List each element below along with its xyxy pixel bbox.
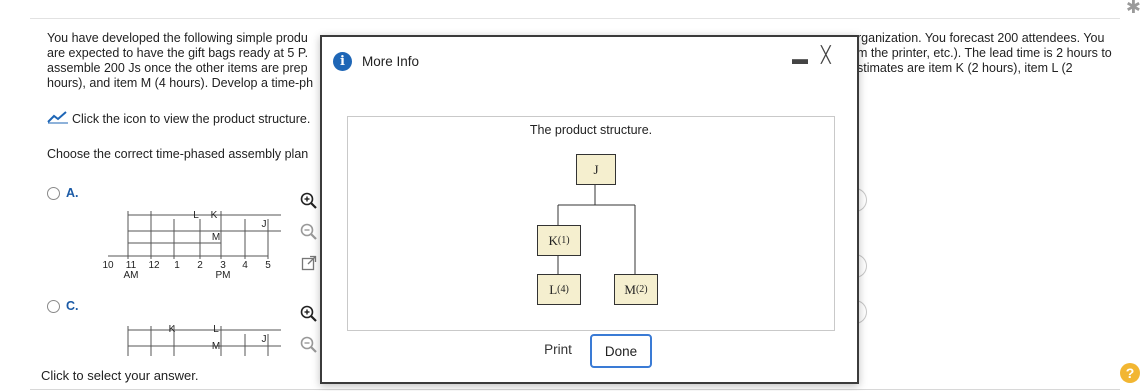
node-j-label: J <box>593 161 599 177</box>
option-a-label: A. <box>66 186 79 200</box>
node-k-qty: (1) <box>557 235 570 246</box>
gantt-tick-label: 1 <box>174 260 180 271</box>
gantt-tick-label: 12 <box>148 260 160 271</box>
node-m: M (2) <box>614 274 658 305</box>
product-structure-pane: The product structure. J K (1) L (4) M (2) <box>347 116 835 331</box>
answer-prompt: Choose the correct time-phased assembly … <box>47 147 309 161</box>
gantt-pm-label: PM <box>216 270 231 281</box>
question-line: You have developed the following simple … <box>47 31 308 45</box>
option-c-radio[interactable] <box>47 299 60 313</box>
view-structure-label[interactable]: Click the icon to view the product struc… <box>72 112 310 126</box>
gantt-bar-label: L <box>193 210 199 221</box>
zoom-controls-a <box>298 192 320 285</box>
zoom-in-icon[interactable] <box>300 192 318 210</box>
question-line: hours), and item M (4 hours). Develop a … <box>47 76 314 90</box>
chart-icon[interactable] <box>47 110 69 127</box>
dialog-header: i More Info <box>333 52 419 71</box>
gantt-bar-label: J <box>262 334 267 345</box>
gantt-bar-label: K <box>169 324 176 335</box>
minimize-icon[interactable]: ▬ <box>792 51 808 69</box>
zoom-out-icon[interactable] <box>300 336 318 354</box>
option-a-radio[interactable] <box>47 186 60 200</box>
option-c[interactable]: C. <box>47 299 79 313</box>
print-button[interactable]: Print <box>533 334 583 364</box>
option-c-label: C. <box>66 299 79 313</box>
node-k-label: K <box>548 232 558 248</box>
info-icon: i <box>333 52 352 71</box>
zoom-in-icon[interactable] <box>300 305 318 323</box>
node-m-label: M <box>624 281 636 297</box>
structure-connectors <box>557 183 636 274</box>
gantt-tick-label: 10 <box>102 260 114 271</box>
gantt-bar-label: J <box>262 219 267 230</box>
top-divider <box>30 18 1120 19</box>
gear-icon[interactable]: ✱ <box>1126 0 1141 18</box>
option-a-gantt: L K M J 10 11 12 1 2 3 4 5 AM PM <box>102 210 281 281</box>
zoom-out-icon[interactable] <box>300 223 318 241</box>
help-icon[interactable]: ? <box>1120 363 1140 383</box>
more-info-dialog: i More Info ▬ ╳ The product structure. J… <box>320 35 859 384</box>
node-m-qty: (2) <box>635 284 648 295</box>
question-line: assemble 200 Js once the other items are… <box>47 61 308 75</box>
question-line: m the printer, etc.). The lead time is 2… <box>857 46 1112 60</box>
close-icon[interactable]: ╳ <box>821 45 831 65</box>
gantt-bar-label: M <box>212 341 220 352</box>
question-text-right: rganization. You forecast 200 attendees.… <box>857 31 1112 76</box>
node-l: L (4) <box>537 274 581 305</box>
footer-instruction: Click to select your answer. <box>41 368 199 383</box>
question-text-left: You have developed the following simple … <box>47 31 313 91</box>
node-l-qty: (4) <box>557 284 569 295</box>
done-button[interactable]: Done <box>590 334 652 368</box>
bottom-divider <box>30 389 1120 390</box>
gantt-tick-label: 2 <box>197 260 203 271</box>
question-line: rganization. You forecast 200 attendees.… <box>857 31 1105 45</box>
option-c-gantt: K L M J <box>127 324 281 356</box>
gantt-am-label: AM <box>124 270 139 281</box>
gantt-tick-label: 5 <box>265 260 271 271</box>
node-l-label: L <box>549 281 558 297</box>
dialog-title: More Info <box>362 54 420 69</box>
node-k: K (1) <box>537 225 581 256</box>
gantt-bar-label: K <box>211 210 218 221</box>
zoom-controls-c <box>298 305 320 367</box>
open-external-icon[interactable] <box>300 254 318 272</box>
gantt-bar-label: M <box>212 232 220 243</box>
option-a[interactable]: A. <box>47 186 79 200</box>
view-structure-link[interactable]: Click the icon to view the product struc… <box>47 110 310 127</box>
question-line: stimates are item K (2 hours), item L (2 <box>857 61 1073 75</box>
gantt-bar-label: L <box>213 324 219 335</box>
question-line: are expected to have the gift bags ready… <box>47 46 309 60</box>
gantt-tick-label: 4 <box>242 260 248 271</box>
node-j: J <box>576 154 616 185</box>
